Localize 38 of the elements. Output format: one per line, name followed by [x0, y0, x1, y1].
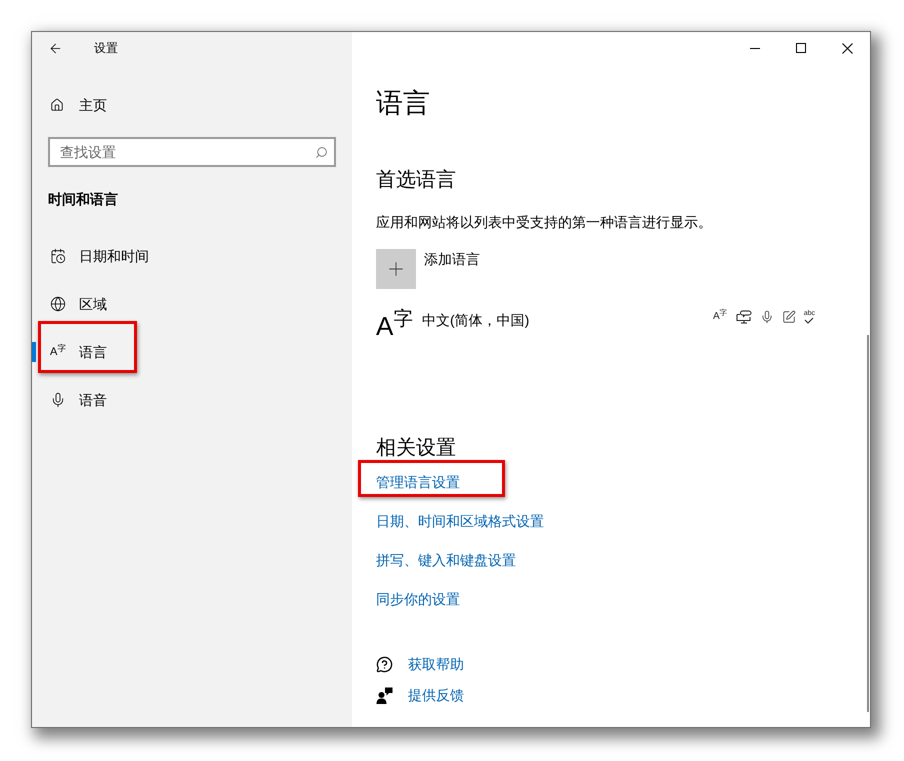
language-pack-icon: A$^{字}$: [713, 310, 728, 324]
section-heading: 首选语言: [376, 168, 456, 193]
person-speech-icon: [376, 687, 393, 704]
related-link[interactable]: 拼写、键入和键盘设置: [376, 550, 516, 570]
sidebar-item[interactable]: A$^{字}$ 语言: [32, 328, 352, 376]
home-icon: [50, 98, 64, 112]
home-link[interactable]: 主页: [32, 85, 352, 125]
calendar-clock-icon: [50, 248, 66, 264]
language-glyph-icon: A$^{字}$: [376, 306, 422, 346]
add-language-label[interactable]: 添加语言: [424, 249, 480, 269]
microphone-icon: [50, 392, 66, 408]
related-link[interactable]: 同步你的设置: [376, 588, 460, 608]
support-link[interactable]: 获取帮助: [376, 649, 464, 680]
window-title: 设置: [94, 40, 118, 56]
globe-icon: [50, 296, 66, 312]
microphone-icon: [760, 310, 774, 324]
monitor-speech-icon: [736, 310, 752, 324]
description-text: 应用和网站将以列表中受支持的第一种语言进行显示。: [376, 213, 712, 232]
section-heading: 相关设置: [376, 436, 456, 461]
related-link[interactable]: 日期、时间和区域格式设置: [376, 510, 544, 530]
language-glyph-icon: A$^{字}$: [50, 345, 66, 359]
sidebar-item[interactable]: 语音: [32, 376, 352, 424]
pen-square-icon: [782, 310, 796, 324]
scrollbar-thumb[interactable]: [867, 335, 869, 712]
search-field[interactable]: 查找设置: [48, 137, 336, 167]
language-name[interactable]: 中文(简体，中国): [422, 310, 530, 330]
search-icon: [315, 146, 328, 158]
help-bubble-icon: [376, 656, 393, 673]
sidebar-item[interactable]: 区域: [32, 280, 352, 328]
support-link[interactable]: 提供反馈: [376, 680, 464, 711]
page-title: 语言: [376, 87, 430, 120]
sidebar-item[interactable]: 日期和时间: [32, 232, 352, 280]
section-title: 时间和语言: [47, 190, 118, 209]
add-language-button[interactable]: [376, 249, 416, 289]
search-input[interactable]: 查找设置: [60, 142, 315, 162]
close-icon: [842, 42, 852, 54]
related-link[interactable]: 管理语言设置: [376, 472, 460, 492]
maximize-icon: [796, 43, 806, 53]
